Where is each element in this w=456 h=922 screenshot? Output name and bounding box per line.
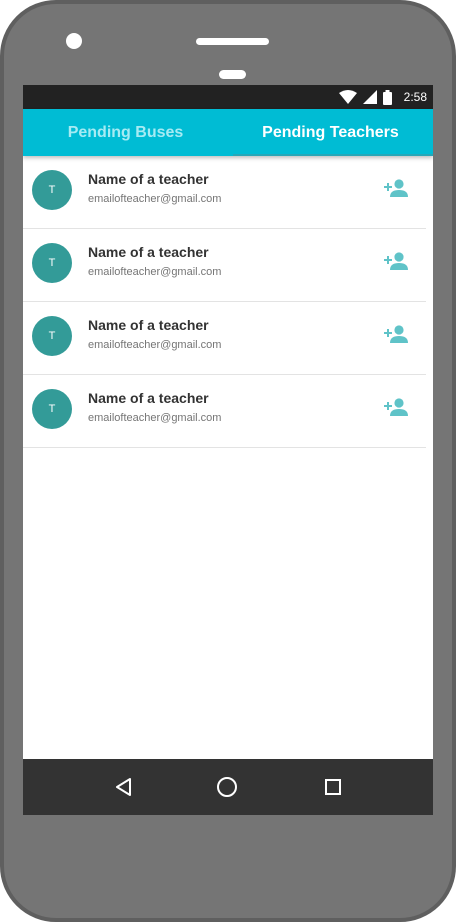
- back-icon[interactable]: [114, 776, 136, 798]
- earpiece-speaker: [196, 38, 269, 45]
- list-item[interactable]: T Name of a teacher emailofteacher@gmail…: [23, 156, 426, 229]
- status-bar: 2:58: [23, 85, 433, 109]
- list-item[interactable]: T Name of a teacher emailofteacher@gmail…: [23, 302, 426, 375]
- proximity-sensor: [219, 70, 246, 79]
- teacher-name: Name of a teacher: [88, 244, 209, 260]
- tab-pending-buses[interactable]: Pending Buses: [23, 109, 228, 156]
- navigation-bar: [23, 759, 433, 815]
- add-person-icon[interactable]: [383, 178, 409, 200]
- avatar: T: [32, 170, 72, 210]
- avatar: T: [32, 389, 72, 429]
- tab-bar: Pending Buses Pending Teachers: [23, 109, 433, 156]
- teacher-email: emailofteacher@gmail.com: [88, 266, 222, 278]
- teacher-list: T Name of a teacher emailofteacher@gmail…: [23, 156, 426, 448]
- tab-indicator: [233, 154, 433, 156]
- add-person-icon[interactable]: [383, 324, 409, 346]
- wifi-icon: [338, 90, 357, 104]
- front-camera: [66, 33, 82, 49]
- list-item[interactable]: T Name of a teacher emailofteacher@gmail…: [23, 375, 426, 448]
- avatar: T: [32, 316, 72, 356]
- screen: 2:58 Pending Buses Pending Teachers T Na…: [23, 85, 433, 815]
- teacher-name: Name of a teacher: [88, 317, 209, 333]
- teacher-email: emailofteacher@gmail.com: [88, 339, 222, 351]
- status-time: 2:58: [403, 90, 427, 104]
- teacher-email: emailofteacher@gmail.com: [88, 412, 222, 424]
- add-person-icon[interactable]: [383, 251, 409, 273]
- list-item[interactable]: T Name of a teacher emailofteacher@gmail…: [23, 229, 426, 302]
- teacher-email: emailofteacher@gmail.com: [88, 193, 222, 205]
- avatar: T: [32, 243, 72, 283]
- tab-pending-teachers[interactable]: Pending Teachers: [228, 109, 433, 156]
- teacher-name: Name of a teacher: [88, 390, 209, 406]
- home-icon[interactable]: [216, 776, 238, 798]
- add-person-icon[interactable]: [383, 397, 409, 419]
- teacher-name: Name of a teacher: [88, 171, 209, 187]
- signal-icon: [362, 90, 377, 104]
- battery-icon: [382, 89, 392, 105]
- recents-icon[interactable]: [323, 776, 345, 798]
